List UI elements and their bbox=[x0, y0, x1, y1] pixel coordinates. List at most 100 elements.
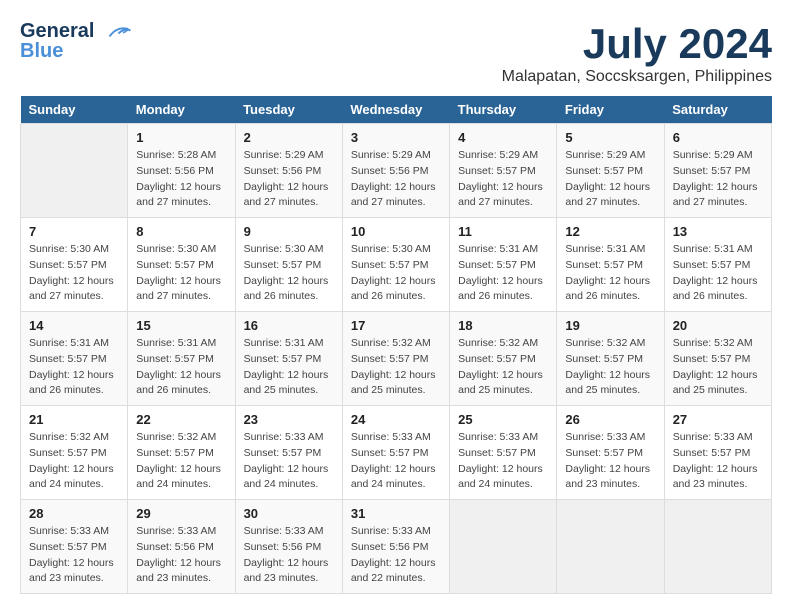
calendar-cell: 4 Sunrise: 5:29 AM Sunset: 5:57 PM Daylig… bbox=[450, 124, 557, 218]
calendar-cell: 25 Sunrise: 5:33 AM Sunset: 5:57 PM Dayli… bbox=[450, 406, 557, 500]
day-number: 6 bbox=[673, 130, 763, 145]
day-number: 14 bbox=[29, 318, 119, 333]
logo-general: General bbox=[20, 20, 94, 42]
calendar-cell: 9Sunrise: 5:30 AM Sunset: 5:57 PM Daylig… bbox=[235, 218, 342, 312]
day-info: Sunrise: 5:30 AM Sunset: 5:57 PM Dayligh… bbox=[351, 242, 441, 305]
day-info: Sunrise: 5:32 AM Sunset: 5:57 PM Dayligh… bbox=[136, 430, 226, 493]
calendar-cell bbox=[664, 500, 771, 594]
header-thursday: Thursday bbox=[450, 96, 557, 124]
header-friday: Friday bbox=[557, 96, 664, 124]
day-info: Sunrise: 5:33 AM Sunset: 5:57 PM Dayligh… bbox=[244, 430, 334, 493]
header-wednesday: Wednesday bbox=[342, 96, 449, 124]
calendar-cell: 26 Sunrise: 5:33 AM Sunset: 5:57 PM Dayli… bbox=[557, 406, 664, 500]
calendar-cell: 10Sunrise: 5:30 AM Sunset: 5:57 PM Dayli… bbox=[342, 218, 449, 312]
header-saturday: Saturday bbox=[664, 96, 771, 124]
location-subtitle: Malapatan, Soccsksargen, Philippines bbox=[502, 68, 772, 86]
day-info: Sunrise: 5:32 AM Sunset: 5:57 PM Dayligh… bbox=[565, 336, 655, 399]
day-number: 31 bbox=[351, 506, 441, 521]
day-number: 22 bbox=[136, 412, 226, 427]
calendar-cell: 31 Sunrise: 5:33 AM Sunset: 5:56 PM Dayli… bbox=[342, 500, 449, 594]
day-number: 25 bbox=[458, 412, 548, 427]
day-info: Sunrise: 5:28 AM Sunset: 5:56 PM Dayligh… bbox=[136, 148, 226, 211]
day-number: 24 bbox=[351, 412, 441, 427]
title-section: July 2024 Malapatan, Soccsksargen, Phili… bbox=[502, 20, 772, 86]
calendar-cell: 3Sunrise: 5:29 AM Sunset: 5:56 PM Daylig… bbox=[342, 124, 449, 218]
day-info: Sunrise: 5:33 AM Sunset: 5:56 PM Dayligh… bbox=[351, 524, 441, 587]
logo-bird-icon bbox=[102, 23, 132, 41]
day-number: 12 bbox=[565, 224, 655, 239]
calendar-cell: 24 Sunrise: 5:33 AM Sunset: 5:57 PM Dayli… bbox=[342, 406, 449, 500]
day-number: 29 bbox=[136, 506, 226, 521]
day-info: Sunrise: 5:32 AM Sunset: 5:57 PM Dayligh… bbox=[673, 336, 763, 399]
day-info: Sunrise: 5:33 AM Sunset: 5:57 PM Dayligh… bbox=[29, 524, 119, 587]
calendar-cell: 6Sunrise: 5:29 AM Sunset: 5:57 PM Daylig… bbox=[664, 124, 771, 218]
logo: General Blue bbox=[20, 20, 132, 63]
day-number: 16 bbox=[244, 318, 334, 333]
day-info: Sunrise: 5:31 AM Sunset: 5:57 PM Dayligh… bbox=[244, 336, 334, 399]
day-number: 5 bbox=[565, 130, 655, 145]
day-info: Sunrise: 5:31 AM Sunset: 5:57 PM Dayligh… bbox=[29, 336, 119, 399]
day-info: Sunrise: 5:33 AM Sunset: 5:56 PM Dayligh… bbox=[136, 524, 226, 587]
day-info: Sunrise: 5:30 AM Sunset: 5:57 PM Dayligh… bbox=[136, 242, 226, 305]
calendar-cell: 2 Sunrise: 5:29 AM Sunset: 5:56 PM Daylig… bbox=[235, 124, 342, 218]
day-info: Sunrise: 5:29 AM Sunset: 5:57 PM Dayligh… bbox=[565, 148, 655, 211]
day-info: Sunrise: 5:33 AM Sunset: 5:57 PM Dayligh… bbox=[565, 430, 655, 493]
calendar-week-row: 1 Sunrise: 5:28 AM Sunset: 5:56 PM Daylig… bbox=[21, 124, 772, 218]
calendar-cell: 14 Sunrise: 5:31 AM Sunset: 5:57 PM Dayli… bbox=[21, 312, 128, 406]
day-info: Sunrise: 5:33 AM Sunset: 5:56 PM Dayligh… bbox=[244, 524, 334, 587]
calendar-cell: 19 Sunrise: 5:32 AM Sunset: 5:57 PM Dayli… bbox=[557, 312, 664, 406]
day-info: Sunrise: 5:33 AM Sunset: 5:57 PM Dayligh… bbox=[458, 430, 548, 493]
day-number: 30 bbox=[244, 506, 334, 521]
calendar-table: SundayMondayTuesdayWednesdayThursdayFrid… bbox=[20, 96, 772, 594]
day-number: 2 bbox=[244, 130, 334, 145]
day-number: 17 bbox=[351, 318, 441, 333]
day-number: 3 bbox=[351, 130, 441, 145]
calendar-cell: 15Sunrise: 5:31 AM Sunset: 5:57 PM Dayli… bbox=[128, 312, 235, 406]
calendar-cell: 30 Sunrise: 5:33 AM Sunset: 5:56 PM Dayli… bbox=[235, 500, 342, 594]
day-number: 7 bbox=[29, 224, 119, 239]
day-info: Sunrise: 5:30 AM Sunset: 5:57 PM Dayligh… bbox=[244, 242, 334, 305]
calendar-cell: 7 Sunrise: 5:30 AM Sunset: 5:57 PM Daylig… bbox=[21, 218, 128, 312]
calendar-cell: 17Sunrise: 5:32 AM Sunset: 5:57 PM Dayli… bbox=[342, 312, 449, 406]
calendar-cell: 28 Sunrise: 5:33 AM Sunset: 5:57 PM Dayli… bbox=[21, 500, 128, 594]
logo-blue: Blue bbox=[20, 40, 63, 63]
calendar-cell: 27 Sunrise: 5:33 AM Sunset: 5:57 PM Dayli… bbox=[664, 406, 771, 500]
day-info: Sunrise: 5:33 AM Sunset: 5:57 PM Dayligh… bbox=[351, 430, 441, 493]
day-number: 20 bbox=[673, 318, 763, 333]
day-number: 23 bbox=[244, 412, 334, 427]
calendar-header-row: SundayMondayTuesdayWednesdayThursdayFrid… bbox=[21, 96, 772, 124]
calendar-cell: 29 Sunrise: 5:33 AM Sunset: 5:56 PM Dayli… bbox=[128, 500, 235, 594]
day-info: Sunrise: 5:30 AM Sunset: 5:57 PM Dayligh… bbox=[29, 242, 119, 305]
day-info: Sunrise: 5:31 AM Sunset: 5:57 PM Dayligh… bbox=[565, 242, 655, 305]
day-number: 28 bbox=[29, 506, 119, 521]
page-header: General Blue July 2024 Malapatan, Soccsk… bbox=[20, 20, 772, 86]
header-monday: Monday bbox=[128, 96, 235, 124]
day-number: 26 bbox=[565, 412, 655, 427]
calendar-cell bbox=[557, 500, 664, 594]
day-number: 27 bbox=[673, 412, 763, 427]
day-info: Sunrise: 5:29 AM Sunset: 5:56 PM Dayligh… bbox=[244, 148, 334, 211]
calendar-week-row: 21 Sunrise: 5:32 AM Sunset: 5:57 PM Dayli… bbox=[21, 406, 772, 500]
calendar-cell: 22 Sunrise: 5:32 AM Sunset: 5:57 PM Dayli… bbox=[128, 406, 235, 500]
calendar-week-row: 14 Sunrise: 5:31 AM Sunset: 5:57 PM Dayli… bbox=[21, 312, 772, 406]
day-number: 13 bbox=[673, 224, 763, 239]
calendar-cell: 5 Sunrise: 5:29 AM Sunset: 5:57 PM Daylig… bbox=[557, 124, 664, 218]
day-number: 1 bbox=[136, 130, 226, 145]
day-info: Sunrise: 5:29 AM Sunset: 5:57 PM Dayligh… bbox=[458, 148, 548, 211]
day-number: 19 bbox=[565, 318, 655, 333]
day-number: 21 bbox=[29, 412, 119, 427]
day-number: 11 bbox=[458, 224, 548, 239]
day-info: Sunrise: 5:32 AM Sunset: 5:57 PM Dayligh… bbox=[458, 336, 548, 399]
day-info: Sunrise: 5:31 AM Sunset: 5:57 PM Dayligh… bbox=[673, 242, 763, 305]
day-info: Sunrise: 5:33 AM Sunset: 5:57 PM Dayligh… bbox=[673, 430, 763, 493]
calendar-cell: 20 Sunrise: 5:32 AM Sunset: 5:57 PM Dayli… bbox=[664, 312, 771, 406]
calendar-cell: 18Sunrise: 5:32 AM Sunset: 5:57 PM Dayli… bbox=[450, 312, 557, 406]
calendar-cell: 11Sunrise: 5:31 AM Sunset: 5:57 PM Dayli… bbox=[450, 218, 557, 312]
header-tuesday: Tuesday bbox=[235, 96, 342, 124]
day-number: 4 bbox=[458, 130, 548, 145]
calendar-cell: 16 Sunrise: 5:31 AM Sunset: 5:57 PM Dayli… bbox=[235, 312, 342, 406]
calendar-title: July 2024 bbox=[502, 20, 772, 68]
calendar-cell: 8 Sunrise: 5:30 AM Sunset: 5:57 PM Daylig… bbox=[128, 218, 235, 312]
day-number: 8 bbox=[136, 224, 226, 239]
calendar-cell bbox=[450, 500, 557, 594]
